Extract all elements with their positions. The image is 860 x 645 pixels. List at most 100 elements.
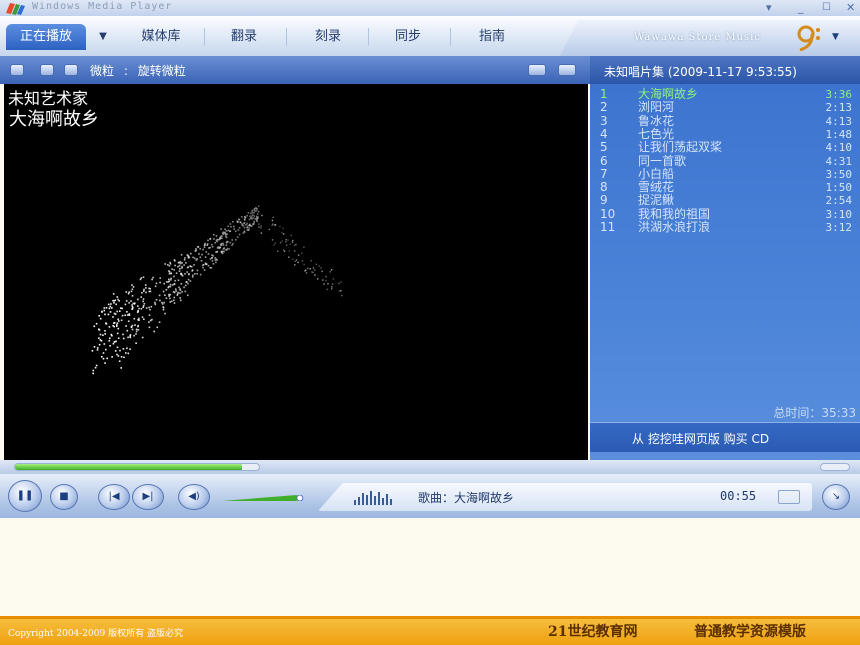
track-duration: 2:54 <box>825 194 853 208</box>
equalizer-icon <box>354 491 392 505</box>
playlist-track-row[interactable]: 6 同一首歌 4:31 <box>590 153 860 168</box>
chevron-right-icon: ↘ <box>831 491 841 502</box>
footer-top-line <box>0 616 860 619</box>
tab-divider <box>368 28 369 46</box>
wmp-logo-icon <box>6 3 25 15</box>
track-number: 7 <box>600 166 608 181</box>
visualization-preset: 旋转微粒 <box>137 64 186 78</box>
mute-icon: ◀) <box>188 491 200 502</box>
store-logo-icon <box>797 25 820 52</box>
playlist-track-row[interactable]: 4 七色光 1:48 <box>590 126 860 141</box>
store-name: Wawawa Store Music <box>634 32 761 43</box>
visualization-bar: 微粒 : 旋转微粒 <box>0 56 590 84</box>
next-visualization-icon[interactable] <box>64 64 78 76</box>
full-screen-icon[interactable] <box>558 64 576 76</box>
stop-button[interactable]: ■ <box>50 484 78 510</box>
title-bar: Windows Media Player ▾ _ ☐ ✕ <box>0 0 860 16</box>
tab-burn[interactable]: 刻录 <box>296 24 360 50</box>
tab-now-playing[interactable]: 正在播放 <box>6 24 86 50</box>
track-title: 捉泥鳅 <box>638 193 675 208</box>
visualization-area[interactable]: 未知艺术家 大海啊故乡 <box>4 84 588 460</box>
track-title: 小白船 <box>638 166 675 181</box>
next-button[interactable]: ▶| <box>132 484 164 510</box>
previous-button[interactable]: |◀ <box>98 484 130 510</box>
previous-visualization-icon[interactable] <box>40 64 54 76</box>
maximize-button[interactable]: ☐ <box>822 1 831 14</box>
track-duration: 3:36 <box>825 88 853 101</box>
playlist-title: 未知唱片集 (2009-11-17 9:53:55) <box>604 65 797 79</box>
track-duration: 4:31 <box>825 154 853 168</box>
online-store-selector[interactable]: Wawawa Store Music ▼ <box>560 20 860 56</box>
playlist-panel: 1 大海啊故乡 3:36 2 浏阳河 2:13 3 鲁冰花 4:13 4 七色光 1:48 5 让我们荡起… <box>590 84 860 460</box>
volume-level-fill <box>222 495 297 501</box>
track-number: 11 <box>600 220 616 234</box>
visualization-breadcrumb: 微粒 : 旋转微粒 <box>90 62 186 79</box>
now-playing-display: 歌曲：大海啊故乡 00:55 <box>318 483 812 511</box>
track-title: 让我们荡起双桨 <box>638 140 723 155</box>
previous-icon: |◀ <box>108 491 120 502</box>
tab-divider <box>450 28 451 46</box>
tab-library[interactable]: 媒体库 <box>126 24 196 50</box>
track-duration: 1:48 <box>825 127 853 141</box>
window-menu-button[interactable]: ▾ <box>766 1 772 14</box>
track-title: 浏阳河 <box>638 100 675 115</box>
volume-knob[interactable] <box>296 495 304 501</box>
mute-button[interactable]: ◀) <box>178 484 210 510</box>
enhancements-icon[interactable] <box>528 64 546 76</box>
close-button[interactable]: ✕ <box>846 1 855 14</box>
playlist-track-row[interactable]: 11 洪湖水浪打浪 3:12 <box>590 220 860 235</box>
tab-guide[interactable]: 指南 <box>460 24 524 50</box>
stop-icon: ■ <box>59 491 69 502</box>
seek-end-cap <box>820 463 850 471</box>
track-number: 4 <box>600 126 608 141</box>
switch-to-skin-icon[interactable] <box>778 490 800 504</box>
particle-visualization <box>91 205 343 375</box>
pause-button[interactable]: ❚❚ <box>8 480 42 512</box>
seek-bar-area <box>0 460 860 474</box>
elapsed-time: 00:55 <box>720 489 757 503</box>
buy-cd-link[interactable]: 从 挖挖哇网页版 购买 CD <box>632 430 769 447</box>
track-number: 3 <box>600 113 608 128</box>
footer-template-label: 普通教学资源模版 <box>694 624 806 640</box>
track-number: 8 <box>600 180 608 195</box>
track-number: 1 <box>600 87 608 101</box>
track-number: 5 <box>600 140 608 155</box>
show-menu-icon[interactable] <box>10 64 24 76</box>
feature-taskbar: 正在播放 ▼ 媒体库 翻录 刻录 同步 指南 Wawawa Store Musi… <box>0 16 860 56</box>
tab-divider <box>204 28 205 46</box>
playlist-track-row[interactable]: 9 捉泥鳅 2:54 <box>590 193 860 208</box>
next-icon: ▶| <box>142 491 154 502</box>
track-duration: 3:50 <box>825 167 853 181</box>
playlist-track-row[interactable]: 2 浏阳河 2:13 <box>590 100 860 115</box>
track-number: 6 <box>600 153 608 168</box>
playlist-track-row[interactable]: 7 小白船 3:50 <box>590 166 860 181</box>
window-title: Windows Media Player <box>32 1 173 12</box>
tab-sync[interactable]: 同步 <box>376 24 440 50</box>
visualization-name: 微粒 <box>90 64 115 78</box>
tab-divider <box>286 28 287 46</box>
track-duration: 2:13 <box>825 101 853 115</box>
playlist-track-row[interactable]: 1 大海啊故乡 3:36 <box>590 87 860 102</box>
track-duration: 4:13 <box>825 114 853 128</box>
copyright-text: Copyright 2004-2009 版权所有 盗版必究 <box>8 629 183 639</box>
pause-icon: ❚❚ <box>16 490 34 501</box>
playlist-track-row[interactable]: 8 雪绒花 1:50 <box>590 180 860 195</box>
now-playing-dropdown-icon[interactable]: ▼ <box>92 24 114 50</box>
seek-slider[interactable] <box>14 463 260 471</box>
track-title: 洪湖水浪打浪 <box>638 220 711 234</box>
playlist-header: 未知唱片集 (2009-11-17 9:53:55) <box>590 56 860 84</box>
minimize-button[interactable]: _ <box>798 1 804 14</box>
store-dropdown-icon[interactable]: ▼ <box>832 32 839 42</box>
tab-rip[interactable]: 翻录 <box>212 24 276 50</box>
breadcrumb-separator: : <box>123 64 128 78</box>
playlist-track-row[interactable]: 5 让我们荡起双桨 4:10 <box>590 140 860 155</box>
volume-slider[interactable] <box>222 495 314 501</box>
track-duration: 1:50 <box>825 181 853 195</box>
playlist-track-row[interactable]: 10 我和我的祖国 3:10 <box>590 207 860 221</box>
track-title: 鲁冰花 <box>638 113 675 128</box>
playlist-track-row[interactable]: 3 鲁冰花 4:13 <box>590 113 860 128</box>
track-number: 9 <box>600 193 608 208</box>
track-duration: 3:12 <box>825 221 853 234</box>
buy-cd-bar[interactable]: 从 挖挖哇网页版 购买 CD <box>590 422 860 452</box>
compact-mode-button[interactable]: ↘ <box>822 484 850 510</box>
